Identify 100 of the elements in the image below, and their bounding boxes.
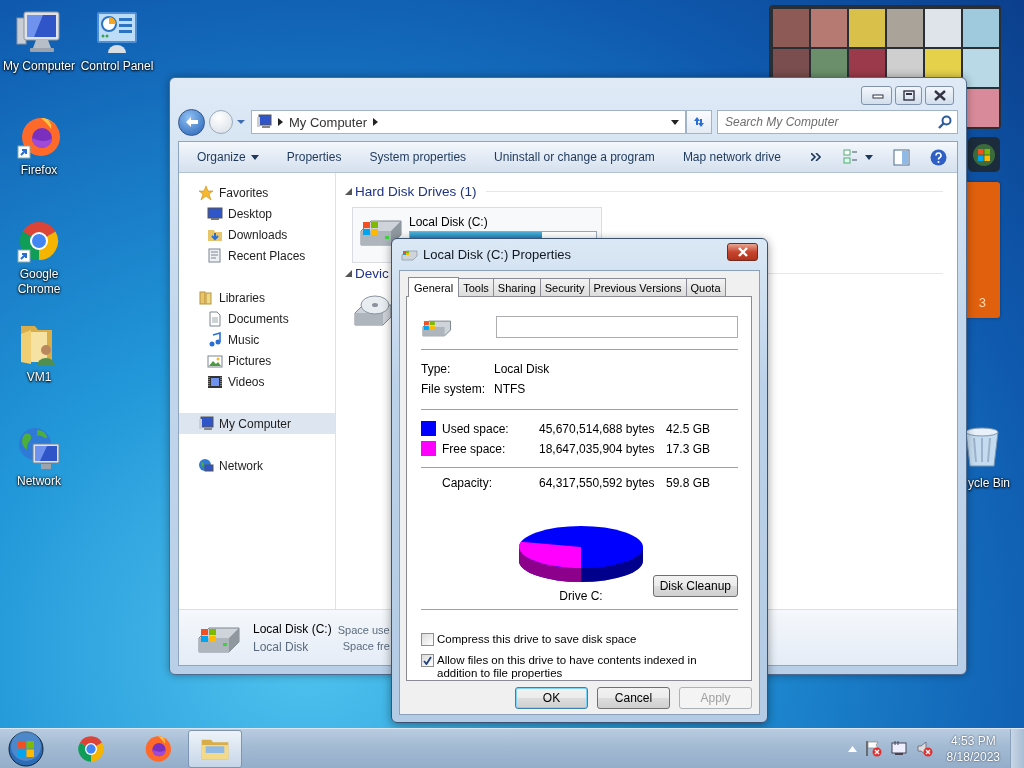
breadcrumb-item[interactable]: My Computer: [289, 114, 368, 130]
nav-item[interactable]: Pictures: [179, 350, 335, 371]
back-button[interactable]: [178, 108, 205, 136]
toolbar-button[interactable]: Properties: [278, 146, 350, 168]
property-value: NTFS: [494, 381, 526, 396]
refresh-button[interactable]: [686, 110, 712, 134]
property-label: Space fre: [341, 639, 390, 652]
icon-label[interactable]: Control Panel: [78, 59, 156, 74]
windows-logo-icon: [972, 142, 996, 167]
checkbox-label[interactable]: Compress this drive to save disk space: [437, 633, 738, 646]
gadget-button[interactable]: [968, 137, 1000, 172]
section-heading: Devic: [355, 265, 389, 281]
speaker-muted-icon[interactable]: [915, 740, 933, 757]
toolbar-button[interactable]: Uninstall or change a program: [486, 146, 663, 168]
tab[interactable]: Sharing: [492, 278, 541, 296]
property-label: Used space:: [442, 421, 510, 436]
property-label: Type:: [421, 361, 452, 376]
help-icon[interactable]: [930, 148, 947, 166]
address-bar[interactable]: My Computer: [251, 110, 686, 134]
property-value: 42.5 GB: [666, 421, 711, 436]
property-value: 45,670,514,688 bytes: [539, 421, 656, 436]
toolbar-button[interactable]: Map network drive: [674, 146, 789, 168]
close-icon: [736, 246, 749, 257]
recent-places-icon: [207, 247, 223, 264]
tab[interactable]: General: [408, 277, 460, 297]
caret-icon: [250, 154, 259, 160]
caret-icon[interactable]: [237, 119, 245, 125]
nav-item[interactable]: Desktop: [179, 203, 335, 224]
expand-triangle-icon[interactable]: [345, 269, 352, 277]
tab[interactable]: Security: [539, 278, 590, 296]
chevron-icon[interactable]: [373, 118, 379, 126]
film-icon: [207, 373, 223, 390]
tab[interactable]: Tools: [458, 278, 494, 296]
search-field[interactable]: Search My Computer: [717, 110, 958, 134]
property-value: 64,317,550,592 bytes: [539, 475, 656, 490]
name-field[interactable]: [495, 316, 738, 338]
refresh-icon: [691, 115, 707, 129]
computer-icon: [256, 114, 272, 130]
back-arrow-icon: [184, 116, 199, 128]
nav-item[interactable]: Documents: [179, 308, 335, 329]
more-chevron-icon[interactable]: [810, 153, 821, 161]
cancel-button[interactable]: Cancel: [597, 687, 670, 709]
network-icon[interactable]: [889, 740, 908, 757]
close-button[interactable]: [925, 86, 954, 105]
icon-label[interactable]: My Computer: [0, 59, 78, 74]
nav-item[interactable]: Favorites: [179, 182, 335, 203]
expand-triangle-icon[interactable]: [345, 187, 352, 195]
nav-item[interactable]: Videos: [179, 371, 335, 392]
network-icon: [198, 457, 214, 474]
nav-item[interactable]: My Computer: [179, 413, 335, 434]
restore-icon: [900, 89, 917, 102]
close-button[interactable]: [727, 242, 758, 261]
property-label: File system:: [421, 381, 486, 396]
library-icon: [198, 289, 214, 306]
checkbox[interactable]: [421, 633, 434, 646]
document-icon: [207, 310, 223, 327]
icon-label[interactable]: ycle Bin: [968, 476, 1011, 491]
flag-error-icon[interactable]: [864, 740, 882, 757]
dropdown-caret-icon[interactable]: [671, 119, 679, 125]
window-title: Local Disk (C:) Properties: [423, 247, 573, 262]
pictures-icon: [207, 352, 223, 369]
ok-button[interactable]: OK: [515, 687, 588, 709]
property-value: 17.3 GB: [666, 441, 711, 456]
property-label: Space use: [337, 623, 390, 636]
star-icon: [198, 184, 214, 201]
taskbar-button[interactable]: [188, 729, 242, 768]
tab[interactable]: Previous Versions: [588, 278, 687, 296]
nav-item[interactable]: Libraries: [179, 287, 335, 308]
chevron-icon: [278, 118, 283, 126]
nav-item[interactable]: Downloads: [179, 224, 335, 245]
computer-icon: [198, 415, 214, 432]
toolbar-button[interactable]: System properties: [361, 146, 475, 168]
icon-label[interactable]: Google Chrome: [0, 267, 78, 297]
start-button[interactable]: [6, 728, 46, 768]
section-heading: Hard Disk Drives (1): [355, 183, 477, 199]
calendar-text: 3: [978, 295, 986, 310]
property-label: Free space:: [442, 441, 507, 456]
checkbox[interactable]: [421, 654, 434, 667]
icon-label[interactable]: Firefox: [0, 163, 78, 178]
drive-name: Local Disk (C:): [253, 621, 332, 636]
tab[interactable]: Quota: [685, 278, 726, 296]
drive-label: Drive C:: [559, 589, 603, 603]
nav-item[interactable]: Music: [179, 329, 335, 350]
drive-name: Local Disk (C:): [409, 215, 489, 229]
desktop-icon: [207, 205, 223, 222]
view-options-icon[interactable]: [843, 149, 873, 165]
property-label: Capacity:: [442, 475, 494, 490]
property-value: Local Disk: [494, 361, 550, 376]
nav-item[interactable]: Recent Places: [179, 245, 335, 266]
maximize-button[interactable]: [895, 86, 922, 105]
music-note-icon: [207, 331, 223, 348]
checkmark-icon: [423, 656, 432, 665]
search-icon[interactable]: [938, 115, 952, 129]
drive-type: Local Disk: [253, 639, 310, 654]
property-value: 18,647,035,904 bytes: [539, 441, 656, 456]
disk-cleanup-button[interactable]: Disk Cleanup: [652, 575, 738, 597]
property-value: 59.8 GB: [666, 475, 711, 490]
nav-item[interactable]: Network: [179, 455, 335, 476]
checkbox-label[interactable]: Allow files on this drive to have contents indexed in addition to file properties: [437, 654, 738, 680]
menu-button[interactable]: Organize: [189, 146, 267, 168]
